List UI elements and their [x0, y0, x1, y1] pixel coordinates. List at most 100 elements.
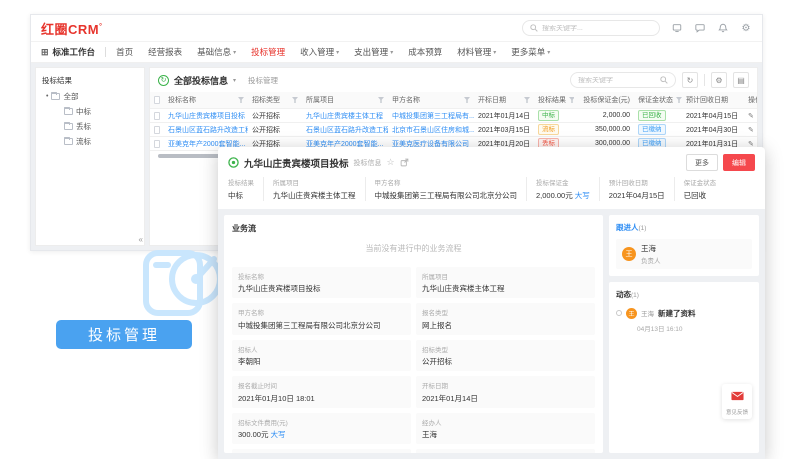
key-field-project: 所属项目 九华山庄贵宾楼主体工程	[263, 177, 365, 201]
chevron-down-icon: ▾	[493, 49, 496, 56]
filter-icon[interactable]	[238, 97, 244, 103]
nav-item-cost-budget[interactable]: 成本预算	[408, 46, 442, 58]
workspace-icon[interactable]	[671, 22, 683, 34]
project-link[interactable]: 石景山区蓝石路升改造工程	[306, 125, 388, 135]
star-icon[interactable]: ☆	[387, 157, 395, 168]
folder-icon	[64, 138, 73, 145]
party-link[interactable]: 中城投集团第三工程局有限公司北京分公司	[238, 320, 405, 331]
column-config-button[interactable]: ▤	[733, 72, 749, 88]
feedback-button[interactable]: 意见反馈	[722, 384, 752, 419]
tree-node-lost[interactable]: 丢标	[64, 121, 138, 132]
status-badge: 已回收	[638, 110, 666, 121]
col-header-open-date[interactable]: 开标日期	[474, 95, 534, 105]
brand-logo: 红圈CRM°	[41, 19, 102, 38]
toolbar-left: ↻ 全部投标信息 ▾ 投标管理	[158, 74, 278, 87]
tree-node-aborted[interactable]: 流标	[64, 136, 138, 147]
nav-item-expense[interactable]: 支出管理▾	[354, 46, 393, 58]
col-header-tender-type[interactable]: 招标类型	[248, 95, 302, 105]
nav-item-materials[interactable]: 材料管理▾	[457, 46, 496, 58]
detail-field: 招标类型公开招标	[416, 340, 595, 372]
list-search[interactable]	[570, 72, 676, 88]
edit-button[interactable]: 编辑	[723, 154, 755, 171]
top-bar: 红圈CRM° ⚙	[31, 15, 762, 41]
key-fields-bar: 投标结果 中标 所属项目 九华山庄贵宾楼主体工程 甲方名称 中城投集团第三工程局…	[218, 175, 765, 209]
detail-title: 九华山庄贵宾楼项目投标	[244, 156, 349, 170]
edit-icon[interactable]: ✎	[748, 126, 754, 134]
nav-item-home[interactable]: 首页	[116, 46, 133, 58]
nav-item-basic-info[interactable]: 基础信息▾	[197, 46, 236, 58]
workbench-label: 标准工作台	[53, 46, 96, 58]
search-icon	[530, 24, 538, 32]
bid-name-link[interactable]: 石景山区蓝石路升改造工程	[168, 125, 248, 135]
bid-detail-panel: 九华山庄贵宾楼项目投标 投标信息 ☆ 更多 编辑 投标结果 中标 所属项目 九华…	[218, 147, 765, 459]
col-header-bid-name[interactable]: 投标名称	[164, 95, 248, 105]
gear-icon[interactable]: ⚙	[740, 22, 752, 34]
project-link[interactable]: 九华山庄贵宾楼主体工程	[422, 283, 589, 294]
key-field-party: 甲方名称 中城投集团第三工程局有限公司北京分公司	[365, 177, 527, 201]
message-icon[interactable]	[694, 22, 706, 34]
table-header: 投标名称 招标类型 所属项目 甲方名称 开标日期 投标结果 投标保证金(元) 保…	[150, 92, 757, 109]
nav-divider	[105, 47, 106, 57]
col-header-result[interactable]: 投标结果	[534, 95, 574, 105]
table-row[interactable]: 石景山区蓝石路升改造工程 公开招标 石景山区蓝石路升改造工程 北京市石景山区住房…	[150, 123, 757, 137]
col-header-party[interactable]: 甲方名称	[388, 95, 474, 105]
project-link[interactable]: 九华山庄贵宾楼主体工程	[273, 190, 356, 201]
filter-icon[interactable]	[524, 97, 530, 103]
bell-icon[interactable]	[717, 22, 729, 34]
sidebar: 投标结果 • 全部 中标 丢标 流标 «	[35, 67, 145, 246]
tree-node-won[interactable]: 中标	[64, 106, 138, 117]
nav-items: 首页 经营报表 基础信息▾ 投标管理 收入管理▾ 支出管理▾ 成本预算 材料管理…	[116, 46, 550, 58]
project-link[interactable]: 九华山庄贵宾楼主体工程	[306, 111, 383, 121]
filter-icon[interactable]	[464, 97, 470, 103]
bid-name-link[interactable]: 九华山庄贵宾楼项目投标	[168, 111, 245, 121]
more-button[interactable]: 更多	[686, 154, 718, 171]
filter-icon[interactable]	[378, 97, 384, 103]
nav-item-more-menu[interactable]: 更多菜单▾	[511, 46, 550, 58]
edit-icon[interactable]: ✎	[748, 112, 754, 120]
col-header-recover-date[interactable]: 预计回收日期	[682, 95, 744, 105]
tree-node-all[interactable]: • 全部	[46, 91, 138, 102]
col-header-project[interactable]: 所属项目	[302, 95, 388, 105]
module-label-pill: 投标管理	[56, 320, 192, 349]
amount-in-words-link[interactable]: 大写	[271, 430, 286, 439]
detail-field: 招标人李朝阳	[232, 340, 411, 372]
list-search-input[interactable]	[578, 77, 656, 84]
follower-item[interactable]: 王 王海 负责人	[616, 239, 752, 269]
brand-sup: °	[99, 23, 102, 30]
chevron-down-icon: ▾	[336, 49, 339, 56]
nav-item-reports[interactable]: 经营报表	[148, 46, 182, 58]
detail-main: 业务流 当前没有进行中的业务流程 投标名称九华山庄贵宾楼项目投标 所属项目九华山…	[224, 215, 603, 454]
chevron-down-icon[interactable]: ▾	[233, 77, 236, 84]
row-checkbox[interactable]	[154, 140, 160, 148]
reload-button[interactable]: ↻	[682, 72, 698, 88]
key-field-deposit-status: 保证金状态 已回收	[674, 177, 726, 201]
amount-in-words-link[interactable]: 大写	[575, 191, 590, 200]
filter-icon[interactable]	[292, 97, 298, 103]
workbench-switcher[interactable]: ⊞ 标准工作台	[41, 46, 95, 58]
nav-item-bid-management[interactable]: 投标管理	[251, 46, 285, 58]
detail-field: 报名类型网上报名	[416, 303, 595, 335]
share-icon[interactable]	[400, 158, 409, 167]
list-title: 全部投标信息	[174, 74, 228, 87]
status-badge: 中标	[538, 110, 559, 121]
party-link[interactable]: 中城投集团第三工程局有限公司北京分公司	[375, 190, 518, 201]
nav-item-income[interactable]: 收入管理▾	[300, 46, 339, 58]
business-flow-title: 业务流	[232, 223, 595, 234]
row-checkbox[interactable]	[154, 126, 160, 134]
handler-link[interactable]: 王海	[422, 429, 589, 440]
row-checkbox[interactable]	[154, 112, 160, 120]
search-icon	[660, 76, 668, 84]
nav-bar: ⊞ 标准工作台 首页 经营报表 基础信息▾ 投标管理 收入管理▾ 支出管理▾ 成…	[31, 41, 762, 63]
party-link[interactable]: 北京市石景山区住房和城...	[392, 125, 474, 135]
col-header-deposit-status[interactable]: 保证金状态	[634, 95, 682, 105]
select-all-checkbox[interactable]	[154, 96, 160, 104]
settings-gear-button[interactable]: ⚙	[711, 72, 727, 88]
party-link[interactable]: 中城投集团第三工程局有...	[392, 111, 474, 121]
folder-icon	[64, 108, 73, 115]
global-search-input[interactable]	[542, 25, 652, 32]
refresh-icon[interactable]: ↻	[158, 75, 169, 86]
col-header-deposit[interactable]: 投标保证金(元)	[574, 95, 634, 105]
global-search[interactable]	[522, 20, 660, 36]
detail-subtitle: 投标信息	[354, 158, 382, 168]
table-row[interactable]: 九华山庄贵宾楼项目投标 公开招标 九华山庄贵宾楼主体工程 中城投集团第三工程局有…	[150, 109, 757, 123]
